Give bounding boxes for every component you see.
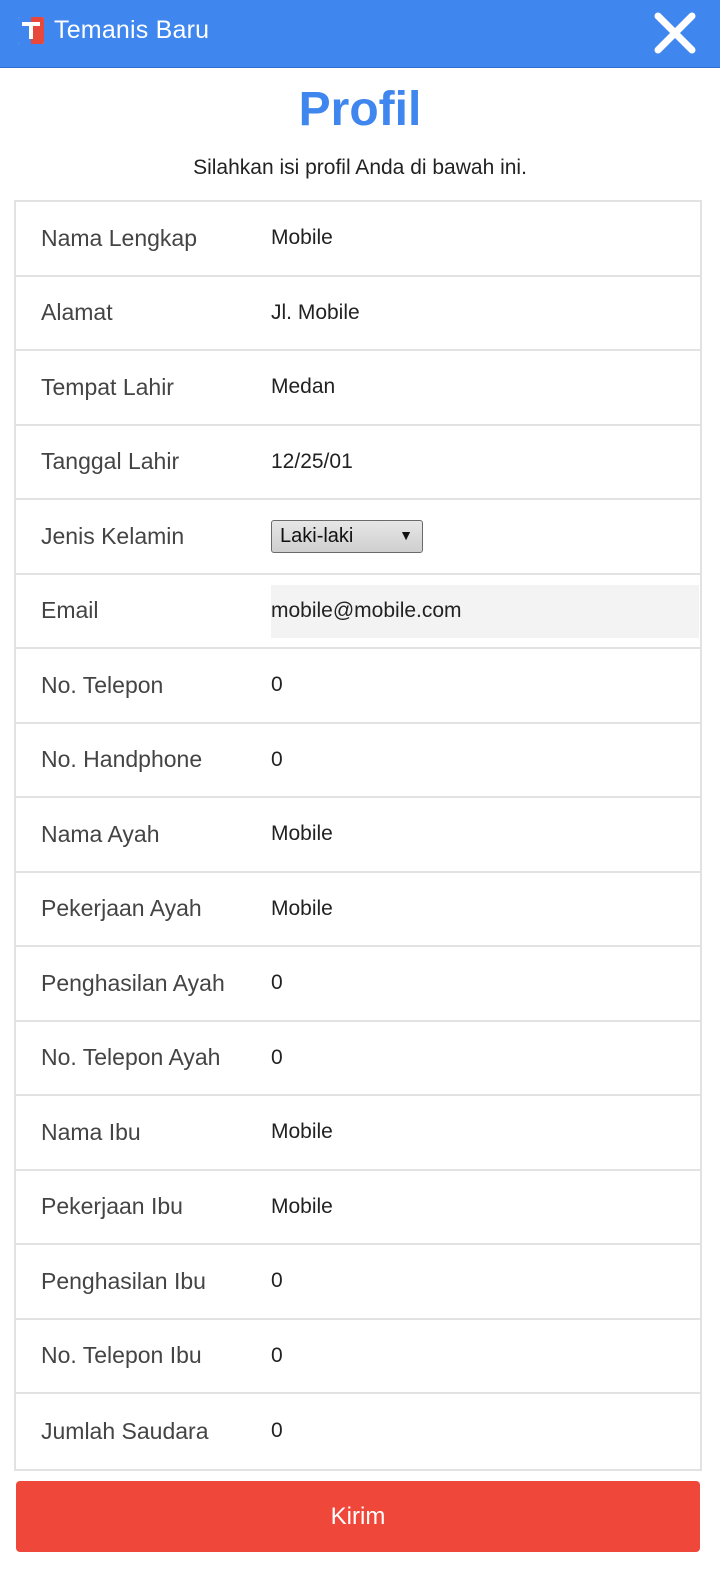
pekerjaan-ayah-input[interactable]: Mobile xyxy=(271,873,333,946)
nama-ayah-input[interactable]: Mobile xyxy=(271,798,333,871)
dropdown-arrow-icon: ▼ xyxy=(399,527,413,543)
form-row-nama-ibu: Nama Ibu Mobile xyxy=(16,1096,700,1171)
form-row-nama-lengkap: Nama Lengkap Mobile xyxy=(16,202,700,277)
field-label: Pekerjaan Ayah xyxy=(41,895,202,922)
field-label: Alamat xyxy=(41,299,113,326)
email-field[interactable]: mobile@mobile.com xyxy=(271,584,699,638)
close-icon xyxy=(654,12,696,54)
jenis-kelamin-select[interactable]: Laki-laki ▼ xyxy=(271,520,423,553)
field-label: Nama Ibu xyxy=(41,1118,141,1145)
form-row-jumlah-saudara: Jumlah Saudara 0 xyxy=(16,1394,700,1469)
field-label: Penghasilan Ayah xyxy=(41,969,225,996)
form-row-tempat-lahir: Tempat Lahir Medan xyxy=(16,351,700,426)
field-label: No. Telepon xyxy=(41,671,164,698)
page-subtitle: Silahkan isi profil Anda di bawah ini. xyxy=(193,156,527,179)
form-row-penghasilan-ayah: Penghasilan Ayah 0 xyxy=(16,947,700,1022)
field-label: Jumlah Saudara xyxy=(41,1417,209,1444)
field-label: Tempat Lahir xyxy=(41,373,174,400)
no-telepon-input[interactable]: 0 xyxy=(271,649,283,722)
form-row-no-handphone: No. Handphone 0 xyxy=(16,724,700,798)
form-row-penghasilan-ibu: Penghasilan Ibu 0 xyxy=(16,1245,700,1320)
field-label: Email xyxy=(41,597,99,624)
app-header: Temanis Baru xyxy=(0,0,720,68)
field-label: No. Telepon Ibu xyxy=(41,1342,202,1369)
temanis-logo-icon xyxy=(18,17,44,44)
alamat-input[interactable]: Jl. Mobile xyxy=(271,277,360,350)
form-row-jenis-kelamin: Jenis Kelamin Laki-laki ▼ xyxy=(16,500,700,575)
form-row-no-telepon-ayah: No. Telepon Ayah 0 xyxy=(16,1022,700,1096)
app-title: Temanis Baru xyxy=(54,16,210,44)
field-label: Jenis Kelamin xyxy=(41,522,185,549)
jumlah-saudara-input[interactable]: 0 xyxy=(271,1394,283,1469)
field-label: Penghasilan Ibu xyxy=(41,1267,206,1294)
form-row-pekerjaan-ibu: Pekerjaan Ibu Mobile xyxy=(16,1171,700,1245)
nama-ibu-input[interactable]: Mobile xyxy=(271,1096,333,1169)
no-telepon-ayah-input[interactable]: 0 xyxy=(271,1022,283,1095)
form-row-no-telepon: No. Telepon 0 xyxy=(16,649,700,724)
field-label: No. Handphone xyxy=(41,746,203,773)
select-value: Laki-laki xyxy=(280,525,354,547)
page-title: Profil xyxy=(298,83,422,136)
form-row-no-telepon-ibu: No. Telepon Ibu 0 xyxy=(16,1320,700,1394)
field-label: Pekerjaan Ibu xyxy=(41,1193,183,1220)
nama-lengkap-input[interactable]: Mobile xyxy=(271,202,333,275)
field-label: Nama Ayah xyxy=(41,820,160,847)
tempat-lahir-input[interactable]: Medan xyxy=(271,351,335,424)
form-row-nama-ayah: Nama Ayah Mobile xyxy=(16,798,700,873)
no-telepon-ibu-input[interactable]: 0 xyxy=(271,1320,283,1393)
form-row-alamat: Alamat Jl. Mobile xyxy=(16,277,700,351)
no-handphone-input[interactable]: 0 xyxy=(271,724,283,797)
penghasilan-ibu-input[interactable]: 0 xyxy=(271,1245,283,1318)
submit-button[interactable]: Kirim xyxy=(16,1481,700,1552)
field-label: Nama Lengkap xyxy=(41,224,197,251)
pekerjaan-ibu-input[interactable]: Mobile xyxy=(271,1171,333,1244)
profile-form: Nama Lengkap Mobile Alamat Jl. Mobile Te… xyxy=(14,200,702,1471)
form-row-email: Email mobile@mobile.com xyxy=(16,575,700,649)
form-row-tanggal-lahir: Tanggal Lahir 12/25/01 xyxy=(16,426,700,500)
close-button[interactable] xyxy=(652,10,698,56)
form-row-pekerjaan-ayah: Pekerjaan Ayah Mobile xyxy=(16,873,700,947)
field-label: Tanggal Lahir xyxy=(41,448,180,475)
penghasilan-ayah-input[interactable]: 0 xyxy=(271,947,283,1020)
tanggal-lahir-input[interactable]: 12/25/01 xyxy=(271,426,353,499)
field-label: No. Telepon Ayah xyxy=(41,1044,221,1071)
